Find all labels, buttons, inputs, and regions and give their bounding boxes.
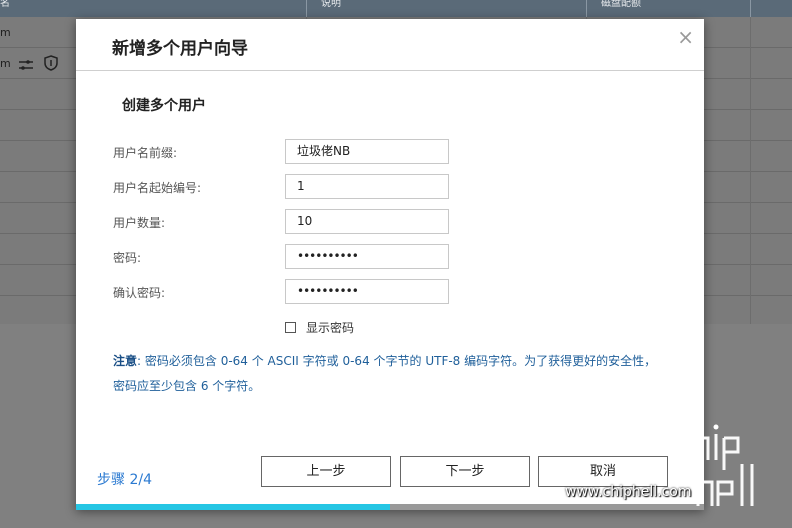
row-actions (19, 55, 64, 75)
wizard-progress-bar (76, 504, 704, 510)
watermark-url: www.chiphell.com (565, 484, 692, 500)
table-cell: m (0, 57, 11, 70)
password-note: 注意: 密码必须包含 0-64 个 ASCII 字符或 0-64 个字节的 UT… (113, 349, 673, 399)
username-prefix-label: 用户名前缀: (113, 146, 178, 160)
add-multiple-users-dialog: 新增多个用户向导 × 创建多个用户 用户名前缀: 垃圾佬NB 用户名起始编号: … (76, 19, 704, 510)
confirm-password-label: 确认密码: (113, 286, 166, 300)
sliders-icon[interactable] (19, 57, 38, 75)
show-password-row[interactable]: 显示密码 (285, 319, 354, 336)
column-divider (750, 17, 751, 324)
start-number-label: 用户名起始编号: (113, 181, 202, 195)
note-prefix: 注意 (113, 354, 138, 368)
username-prefix-input[interactable]: 垃圾佬NB (285, 139, 449, 164)
table-cell: m (0, 26, 11, 39)
cancel-button[interactable]: 取消 (538, 456, 668, 487)
password-input[interactable]: •••••••••• (285, 244, 449, 269)
note-line2: 密码应至少包含 6 个字符。 (113, 379, 261, 393)
start-number-input[interactable]: 1 (285, 174, 449, 199)
user-count-label: 用户数量: (113, 216, 166, 230)
confirm-password-input[interactable]: •••••••••• (285, 279, 449, 304)
note-line1: : 密码必须包含 0-64 个 ASCII 字符或 0-64 个字节的 UTF-… (137, 354, 657, 368)
header-col-name: 名 (0, 0, 10, 9)
user-count-input[interactable]: 10 (285, 209, 449, 234)
close-icon[interactable]: × (677, 25, 694, 49)
show-password-label: 显示密码 (306, 321, 355, 335)
title-divider (76, 70, 704, 71)
shield-icon[interactable] (44, 55, 58, 75)
table-header: 名 说明 磁盘配额 (0, 0, 792, 17)
dialog-title: 新增多个用户向导 (112, 39, 248, 59)
wizard-progress-fill (76, 504, 390, 510)
show-password-checkbox[interactable] (285, 322, 296, 333)
next-button[interactable]: 下一步 (400, 456, 530, 487)
section-title: 创建多个用户 (122, 98, 206, 114)
password-label: 密码: (113, 251, 142, 265)
header-col-description: 说明 (306, 0, 601, 17)
header-col-extra (750, 0, 792, 17)
header-col-quota: 磁盘配额 (586, 0, 765, 17)
step-indicator: 步骤 2/4 (97, 472, 152, 488)
prev-button[interactable]: 上一步 (261, 456, 391, 487)
